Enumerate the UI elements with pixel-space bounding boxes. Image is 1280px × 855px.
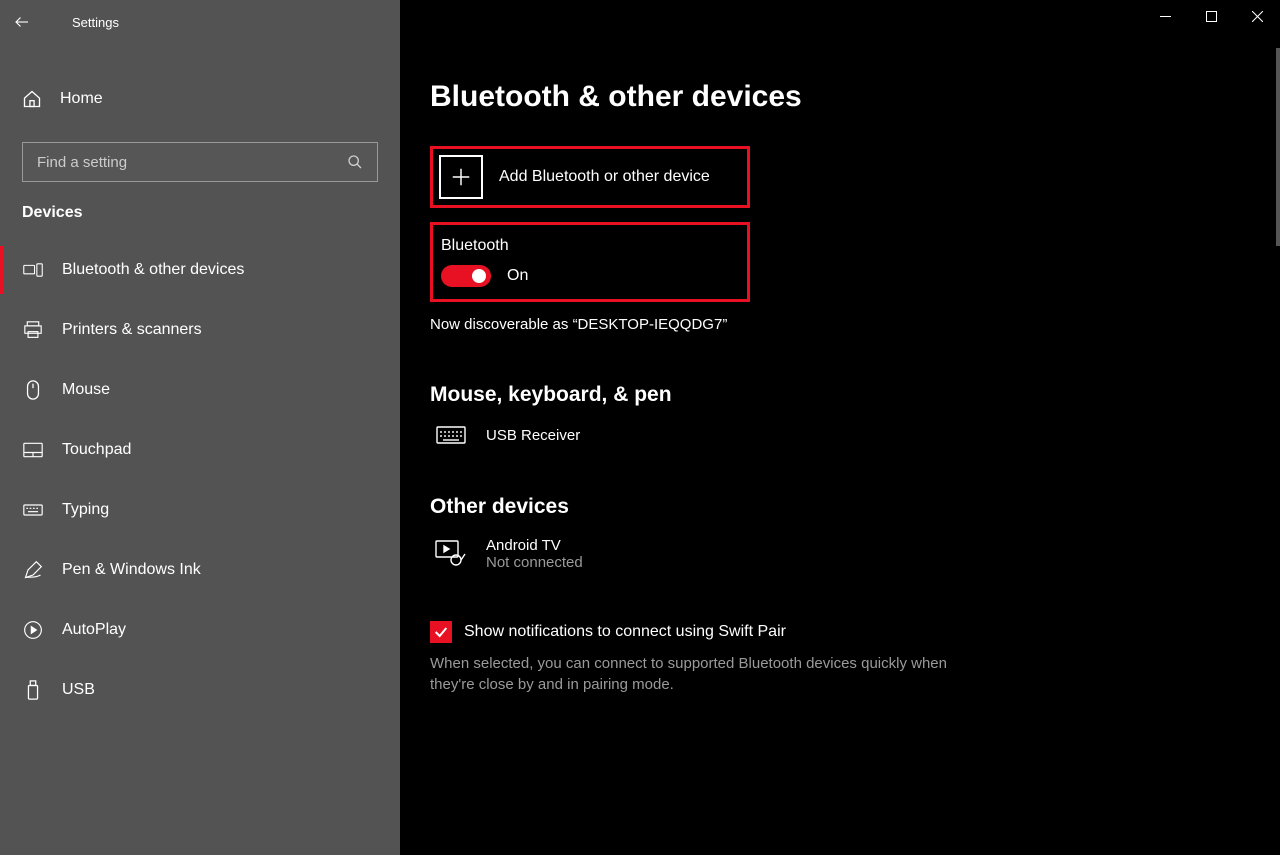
device-android-tv[interactable]: Android TV Not connected [430,537,1250,571]
page-title: Bluetooth & other devices [430,80,1250,114]
device-usb-receiver[interactable]: USB Receiver [430,425,1250,445]
sidebar-item-bluetooth[interactable]: Bluetooth & other devices [0,240,400,300]
device-status: Not connected [486,554,583,571]
sidebar-item-label: Typing [62,501,109,519]
sidebar-section-header: Devices [0,204,400,240]
close-icon [1252,11,1263,22]
swift-pair-checkbox[interactable] [430,621,452,643]
autoplay-icon [23,620,43,640]
sidebar-item-printers[interactable]: Printers & scanners [0,300,400,360]
app-title: Settings [72,15,119,30]
keyboard-icon [436,425,466,445]
close-button[interactable] [1234,0,1280,32]
section-other-devices: Other devices [430,495,1250,519]
pen-icon [23,560,43,580]
search-input-container[interactable] [22,142,378,182]
home-label: Home [60,90,103,108]
media-device-icon [435,540,467,568]
highlight-bluetooth-toggle: Bluetooth On [430,222,750,302]
sidebar-item-label: AutoPlay [62,621,126,639]
touchpad-icon [23,442,43,458]
printer-icon [23,321,43,339]
home-button[interactable]: Home [0,74,400,124]
highlight-add-device: Add Bluetooth or other device [430,146,750,208]
minimize-icon [1160,11,1171,22]
sidebar-item-mouse[interactable]: Mouse [0,360,400,420]
bluetooth-toggle[interactable] [441,265,491,287]
check-icon [433,624,449,640]
swift-pair-description: When selected, you can connect to suppor… [430,653,990,695]
sidebar-item-label: Bluetooth & other devices [62,261,244,279]
sidebar-item-usb[interactable]: USB [0,660,400,720]
sidebar-item-pen[interactable]: Pen & Windows Ink [0,540,400,600]
sidebar-item-label: Printers & scanners [62,321,202,339]
section-mouse-keyboard: Mouse, keyboard, & pen [430,383,1250,407]
search-input[interactable] [37,154,347,171]
search-icon [347,154,363,170]
scrollbar[interactable] [1276,48,1280,246]
usb-icon [26,680,40,700]
add-device-button[interactable]: Add Bluetooth or other device [439,155,741,199]
sidebar-item-autoplay[interactable]: AutoPlay [0,600,400,660]
bluetooth-toggle-state: On [507,267,528,285]
sidebar: Home Devices Bluetooth & other devices P… [0,44,400,855]
sidebar-item-label: USB [62,681,95,699]
sidebar-item-touchpad[interactable]: Touchpad [0,420,400,480]
device-name: USB Receiver [486,427,580,444]
minimize-button[interactable] [1142,0,1188,32]
arrow-left-icon [13,13,31,31]
sidebar-item-label: Pen & Windows Ink [62,561,201,579]
sidebar-item-label: Touchpad [62,441,131,459]
maximize-button[interactable] [1188,0,1234,32]
add-device-label: Add Bluetooth or other device [499,168,710,186]
bluetooth-label: Bluetooth [441,237,731,255]
devices-icon [23,262,43,278]
sidebar-item-label: Mouse [62,381,110,399]
keyboard-icon [23,503,43,517]
mouse-icon [25,380,41,400]
plus-icon [439,155,483,199]
discoverable-text: Now discoverable as “DESKTOP-IEQQDG7” [430,316,1250,333]
content-area: Bluetooth & other devices Add Bluetooth … [400,44,1280,855]
maximize-icon [1206,11,1217,22]
home-icon [22,89,42,109]
device-name: Android TV [486,537,583,554]
swift-pair-label: Show notifications to connect using Swif… [464,623,786,641]
back-button[interactable] [0,0,44,44]
sidebar-item-typing[interactable]: Typing [0,480,400,540]
